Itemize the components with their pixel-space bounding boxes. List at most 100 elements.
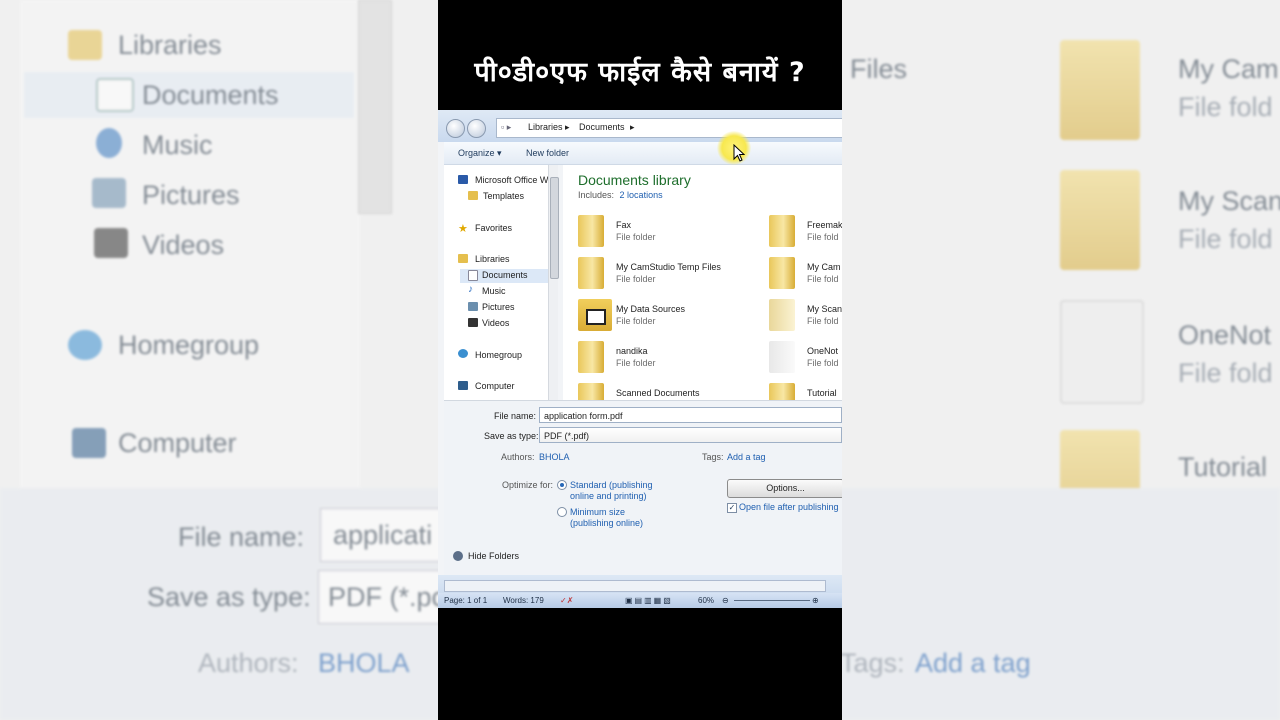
authors-value[interactable]: BHOLA (539, 452, 570, 462)
bg-nav-documents: Documents (142, 80, 279, 110)
save-options: File name: application form.pdf Save as … (444, 400, 842, 576)
videos-icon (468, 318, 478, 327)
open-after-checkbox[interactable]: ✓ (727, 503, 737, 513)
open-after-label[interactable]: Open file after publishing (739, 502, 839, 512)
folder-icon (468, 191, 478, 200)
optimize-label: Optimize for: (502, 480, 554, 490)
bg-folder-type: File fold (1178, 92, 1273, 122)
file-name-field[interactable]: application form.pdf (539, 407, 842, 423)
pictures-icon (468, 302, 478, 311)
address-bar: ▫ ▸ Libraries ▸ Documents ▸ (438, 110, 842, 142)
proofing-icon[interactable]: ✓✗ (560, 596, 573, 605)
locations-link[interactable]: 2 locations (620, 190, 663, 200)
nav-scrollbar[interactable] (548, 165, 559, 400)
zoom-level[interactable]: 60% (698, 596, 714, 605)
folder-name: My CamStudio Temp Files (616, 262, 721, 272)
folder-icon (769, 257, 795, 289)
folder-name: My Scan (807, 304, 842, 314)
bg-folder-icon (1060, 300, 1144, 404)
bg-authors-value: BHOLA (318, 648, 410, 678)
bg-tags-label: Tags: (840, 648, 905, 678)
view-buttons-icon[interactable]: ▣▤▥▦▧ (625, 596, 673, 605)
word-count: Words: 179 (503, 596, 544, 605)
libraries-icon (458, 254, 468, 263)
nav-item-documents[interactable]: Documents (482, 270, 528, 280)
bg-folder-name: Tutorial (1178, 452, 1268, 482)
nav-item-homegroup[interactable]: Homegroup (475, 350, 522, 360)
bg-files-header: Files (850, 54, 908, 84)
tags-value[interactable]: Add a tag (727, 452, 766, 462)
cursor-icon (733, 144, 745, 162)
zoom-in-icon[interactable]: ⊕ (812, 596, 819, 605)
folder-type: File fold (807, 316, 839, 326)
star-icon: ★ (458, 223, 468, 235)
bg-nav-homegroup: Homegroup (118, 330, 260, 360)
nav-item-pictures[interactable]: Pictures (482, 302, 515, 312)
bg-nav-computer: Computer (118, 428, 237, 458)
bg-tags-value: Add a tag (915, 648, 1031, 678)
folder-type: File folder (616, 232, 656, 242)
breadcrumb-libraries[interactable]: Libraries (528, 122, 563, 132)
hide-folders-button[interactable]: Hide Folders (468, 551, 519, 561)
standard-radio[interactable] (557, 480, 567, 490)
nav-item-favorites[interactable]: Favorites (475, 223, 512, 233)
bg-folder-type: File fold (1178, 224, 1273, 254)
command-bar: Organize ▾ New folder (444, 142, 842, 165)
bg-nav-libraries: Libraries (118, 30, 222, 60)
new-folder-button[interactable]: New folder (526, 148, 569, 158)
includes-label: Includes: (578, 190, 615, 200)
back-button[interactable] (446, 119, 465, 138)
standard-option-label-2[interactable]: online and printing) (570, 491, 647, 501)
homegroup-icon (458, 349, 468, 358)
save-as-dialog: ▫ ▸ Libraries ▸ Documents ▸ Organize ▾ N… (438, 110, 842, 608)
minimum-option-label[interactable]: Minimum size (570, 507, 625, 517)
library-includes: Includes: 2 locations (578, 190, 663, 200)
folder-icon: ▫ ▸ (501, 122, 512, 132)
nav-item-computer[interactable]: Computer (475, 381, 515, 391)
page-count: Page: 1 of 1 (444, 596, 488, 605)
nav-item-libraries[interactable]: Libraries (475, 254, 510, 264)
folder-name: OneNot (807, 346, 839, 356)
bg-folder-name: OneNot (1178, 320, 1272, 350)
horizontal-scrollbar[interactable] (444, 580, 826, 592)
word-icon (458, 175, 468, 184)
folder-name: Tutorial (807, 388, 837, 398)
bg-save-type-value: PDF (*.pc (328, 582, 446, 612)
bg-file-name-label: File name: (178, 522, 305, 552)
status-bar: Page: 1 of 1 Words: 179 ✓✗ ▣▤▥▦▧ 60% ⊖ ⊕ (438, 593, 842, 608)
chevron-up-icon[interactable] (453, 551, 463, 561)
bg-document-icon (96, 78, 134, 112)
folder-icon (578, 341, 604, 373)
organize-button[interactable]: Organize ▾ (458, 148, 502, 159)
chevron-right-icon: ▸ (630, 122, 635, 132)
bg-videos-icon (94, 228, 128, 258)
options-button[interactable]: Options... (727, 479, 842, 498)
bg-nav-music: Music (142, 130, 213, 160)
nav-item-videos[interactable]: Videos (482, 318, 509, 328)
standard-option-label[interactable]: Standard (publishing (570, 480, 653, 490)
folder-icon (578, 257, 604, 289)
bg-scrollbar (358, 0, 392, 214)
folder-type: File fold (807, 274, 839, 284)
nav-item-office[interactable]: Microsoft Office W (475, 175, 548, 185)
save-type-select[interactable]: PDF (*.pdf) (539, 427, 842, 443)
folder-name: Freemak (807, 220, 842, 230)
nav-item-templates[interactable]: Templates (483, 191, 524, 201)
zoom-out-icon[interactable]: ⊖ (722, 596, 729, 605)
minimum-radio[interactable] (557, 507, 567, 517)
bg-pictures-icon (92, 178, 126, 208)
forward-button[interactable] (467, 119, 486, 138)
zoom-slider[interactable] (734, 600, 810, 601)
minimum-option-label-2[interactable]: (publishing online) (570, 518, 643, 528)
nav-item-music[interactable]: Music (482, 286, 506, 296)
scroll-thumb[interactable] (550, 177, 559, 279)
bg-save-type-label: Save as type: (147, 582, 311, 612)
breadcrumb-documents[interactable]: Documents (579, 122, 625, 132)
breadcrumb[interactable]: ▫ ▸ Libraries ▸ Documents ▸ (496, 118, 842, 138)
bg-nav-videos: Videos (142, 230, 225, 260)
chevron-right-icon: ▸ (565, 122, 570, 132)
computer-icon (458, 381, 468, 390)
bg-folder-type: File fold (1178, 358, 1273, 388)
folder-name: Scanned Documents (616, 388, 700, 398)
bg-libraries-icon (68, 30, 102, 60)
